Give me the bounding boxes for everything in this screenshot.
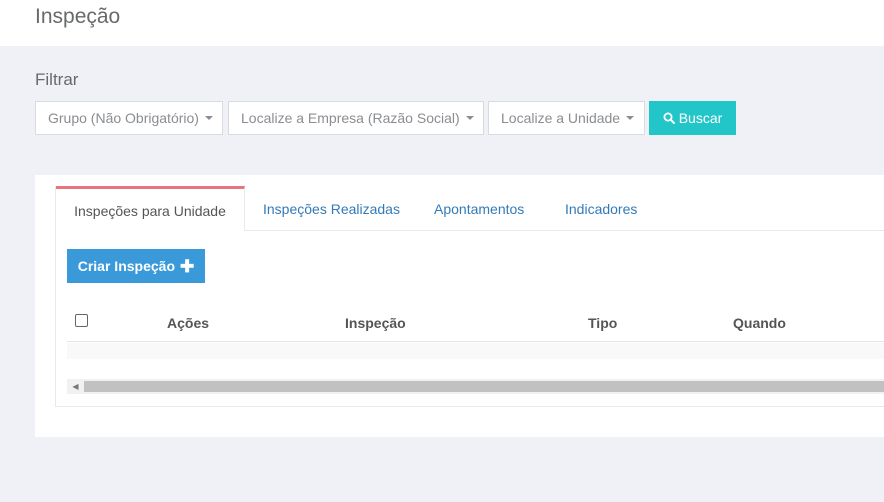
company-dropdown-label: Localize a Empresa (Razão Social) bbox=[241, 110, 460, 126]
tab-apontamentos[interactable]: Apontamentos bbox=[434, 186, 524, 231]
tab-inspecoes-realizadas[interactable]: Inspeções Realizadas bbox=[263, 186, 400, 231]
table-header: Ações Inspeção Tipo Quando bbox=[67, 306, 884, 342]
filter-label: Filtrar bbox=[35, 70, 79, 89]
column-tipo: Tipo bbox=[588, 315, 618, 331]
group-dropdown[interactable]: Grupo (Não Obrigatório) bbox=[35, 101, 223, 135]
unit-dropdown-label: Localize a Unidade bbox=[501, 110, 621, 126]
page-header: Inspeção bbox=[0, 0, 884, 46]
caret-down-icon bbox=[465, 116, 474, 120]
tab-label: Apontamentos bbox=[434, 200, 525, 217]
company-dropdown[interactable]: Localize a Empresa (Razão Social) bbox=[228, 101, 484, 135]
inspection-panel: Inspeções para Unidade Inspeções Realiza… bbox=[35, 175, 884, 437]
column-inspecao: Inspeção bbox=[345, 315, 406, 331]
tab-inspecoes-para-unidade[interactable]: Inspeções para Unidade bbox=[56, 186, 245, 231]
scrollbar-thumb[interactable] bbox=[84, 381, 884, 392]
caret-down-icon bbox=[204, 116, 213, 120]
page-title: Inspeção bbox=[35, 5, 121, 28]
search-icon bbox=[663, 112, 675, 124]
column-quando: Quando bbox=[733, 315, 786, 331]
caret-down-icon bbox=[626, 116, 635, 120]
create-inspection-button[interactable]: Criar Inspeção ✚ bbox=[67, 249, 205, 283]
select-all-checkbox[interactable] bbox=[75, 314, 88, 327]
horizontal-scrollbar[interactable]: ◀ bbox=[67, 379, 884, 394]
tab-indicadores[interactable]: Indicadores bbox=[565, 186, 637, 231]
tab-label: Inspeções para Unidade bbox=[74, 202, 226, 219]
tab-label: Indicadores bbox=[565, 200, 638, 217]
scroll-left-arrow-icon[interactable]: ◀ bbox=[67, 379, 84, 394]
tab-container: Inspeções para Unidade Inspeções Realiza… bbox=[55, 186, 884, 407]
unit-dropdown[interactable]: Localize a Unidade bbox=[488, 101, 645, 135]
plus-icon: ✚ bbox=[180, 256, 195, 276]
tab-label: Inspeções Realizadas bbox=[263, 200, 400, 217]
column-acoes: Ações bbox=[167, 315, 210, 331]
table-empty-row bbox=[67, 343, 884, 359]
search-button-label: Buscar bbox=[678, 110, 723, 126]
create-inspection-label: Criar Inspeção bbox=[77, 258, 175, 274]
search-button[interactable]: Buscar bbox=[649, 101, 736, 135]
group-dropdown-label: Grupo (Não Obrigatório) bbox=[48, 110, 199, 126]
